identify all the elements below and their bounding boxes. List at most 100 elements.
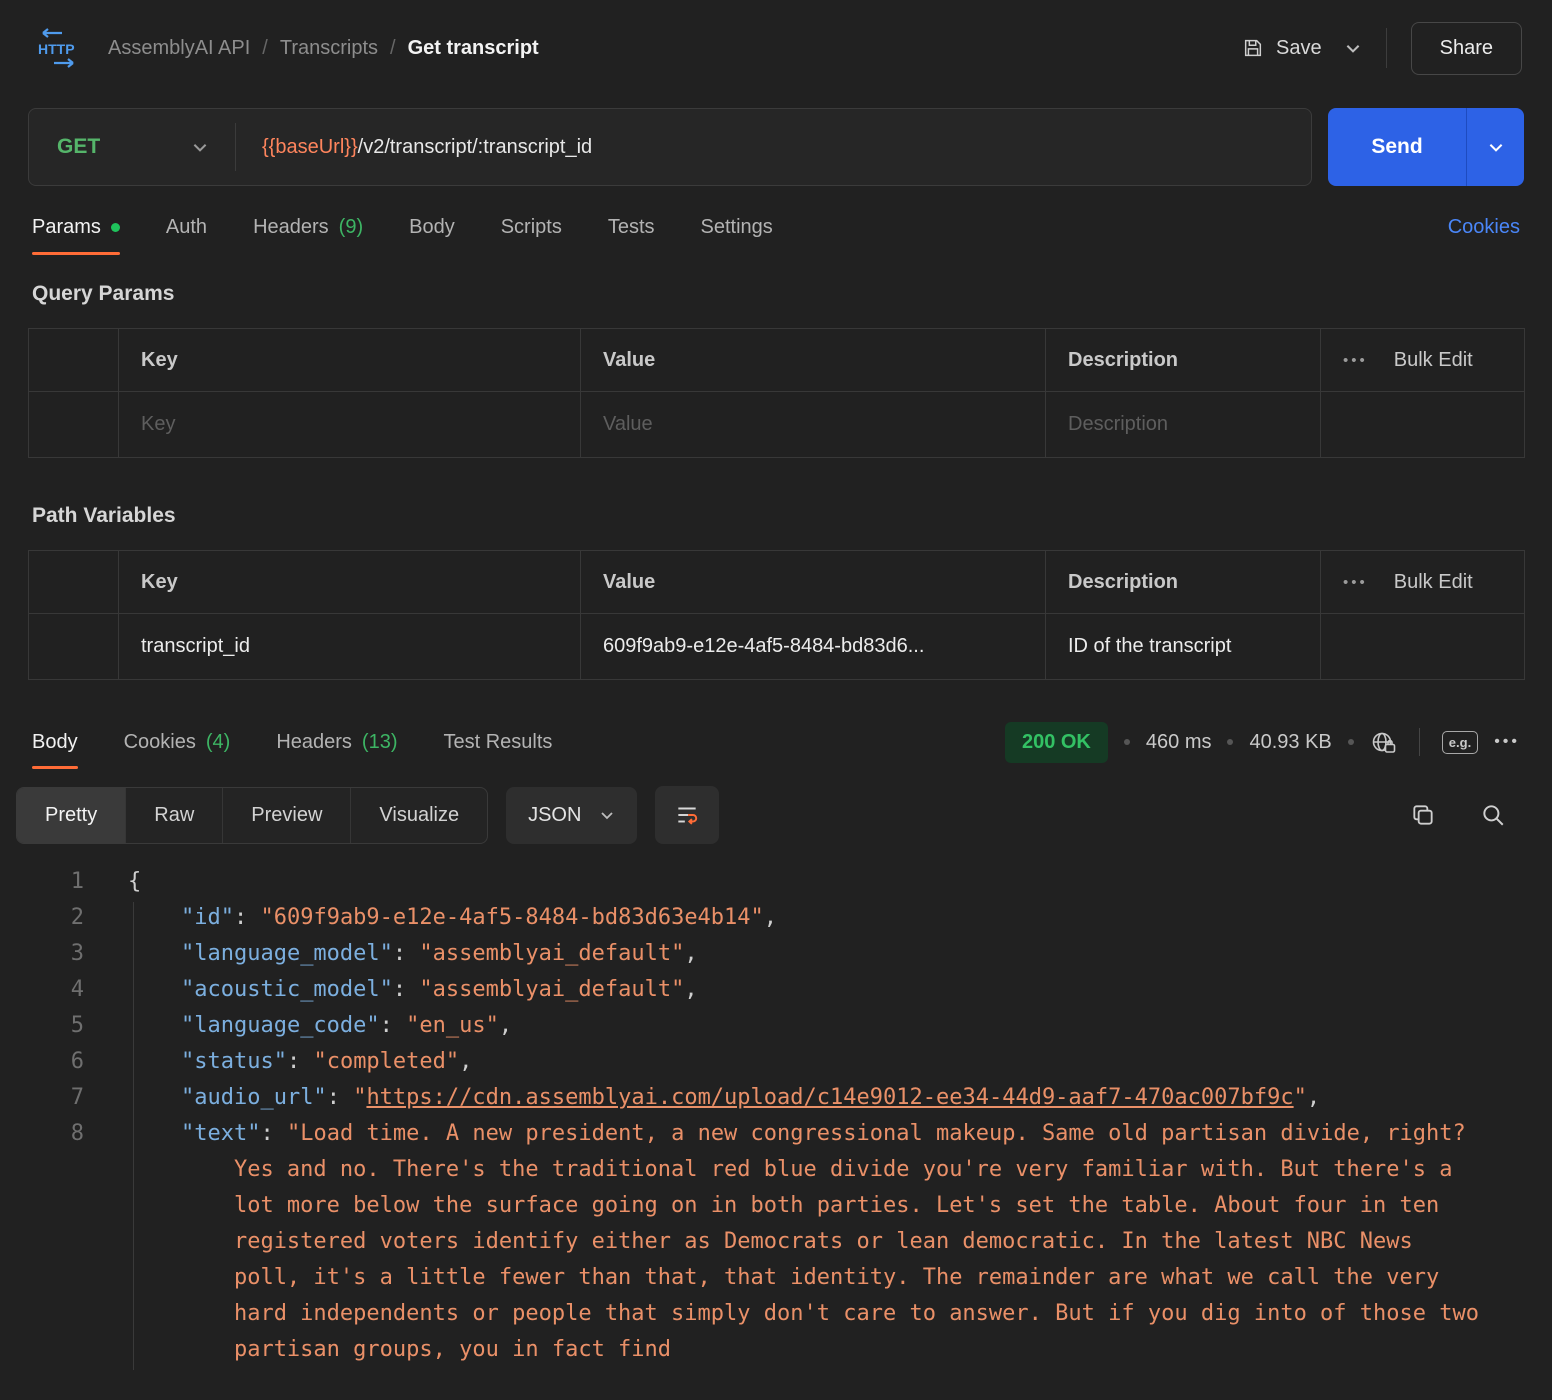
path-col-value: Value	[581, 551, 1046, 614]
code-token: "assemblyai_default"	[419, 977, 684, 1002]
path-variables-table: Key Value Description ••• Bulk Edit tran…	[28, 550, 1525, 680]
code-token	[128, 1085, 181, 1110]
view-visualize-button[interactable]: Visualize	[351, 788, 487, 843]
breadcrumb-separator: /	[262, 37, 268, 60]
code-token: :	[380, 1013, 407, 1038]
tab-params[interactable]: Params	[32, 186, 120, 268]
code-line-content: "audio_url": "https://cdn.assemblyai.com…	[84, 1080, 1552, 1116]
search-response-button[interactable]	[1480, 802, 1506, 828]
code-token: "acoustic_model"	[181, 977, 393, 1002]
row-handle-header	[29, 329, 119, 392]
view-mode-switch: Pretty Raw Preview Visualize	[16, 787, 488, 844]
response-time: 460 ms	[1146, 731, 1212, 754]
query-params-table: Key Value Description ••• Bulk Edit Key …	[28, 328, 1525, 458]
network-ssl-icon[interactable]	[1370, 729, 1397, 756]
send-button[interactable]: Send	[1328, 108, 1466, 186]
code-line-content: "acoustic_model": "assemblyai_default",	[84, 972, 1552, 1008]
breadcrumb-collection[interactable]: AssemblyAI API	[108, 37, 250, 60]
view-pretty-button[interactable]: Pretty	[17, 788, 126, 843]
response-tab-test-results[interactable]: Test Results	[444, 702, 553, 782]
share-button[interactable]: Share	[1411, 22, 1522, 75]
path-variables-title: Path Variables	[32, 504, 1520, 528]
url-input[interactable]: {{baseUrl}}/v2/transcript/:transcript_id	[236, 136, 1311, 159]
path-variables-header-row: Key Value Description ••• Bulk Edit	[29, 551, 1525, 614]
response-toolbar: Pretty Raw Preview Visualize JSON	[16, 786, 1536, 844]
response-body-editor[interactable]: 1 {2 "id": "609f9ab9-e12e-4af5-8484-bd83d…	[0, 858, 1552, 1370]
code-token: "completed"	[313, 1049, 459, 1074]
save-button[interactable]: Save	[1242, 37, 1322, 60]
code-token	[128, 977, 181, 1002]
view-preview-button[interactable]: Preview	[223, 788, 351, 843]
path-key-input[interactable]: transcript_id	[119, 614, 581, 680]
send-button-group: Send	[1328, 108, 1524, 186]
tab-auth[interactable]: Auth	[166, 186, 207, 268]
query-col-value: Value	[581, 329, 1046, 392]
save-label: Save	[1276, 37, 1322, 60]
response-tab-headers[interactable]: Headers (13)	[276, 702, 397, 782]
request-bar: GET {{baseUrl}}/v2/transcript/:transcrip…	[28, 108, 1524, 186]
path-value-input[interactable]: 609f9ab9-e12e-4af5-8484-bd83d6...	[581, 614, 1046, 680]
search-icon	[1480, 802, 1506, 828]
copy-response-button[interactable]	[1410, 802, 1436, 828]
bulk-edit-button[interactable]: Bulk Edit	[1394, 571, 1473, 594]
code-token: ,	[684, 941, 697, 966]
code-line: 6 "status": "completed",	[0, 1044, 1552, 1080]
url-variable: {{baseUrl}}	[262, 136, 358, 158]
format-dropdown[interactable]: JSON	[506, 787, 637, 844]
code-line: 2 "id": "609f9ab9-e12e-4af5-8484-bd83d63…	[0, 900, 1552, 936]
response-more-options-icon[interactable]: •••	[1494, 733, 1520, 751]
code-token	[128, 1013, 181, 1038]
tab-body[interactable]: Body	[409, 186, 455, 268]
code-line-content: "language_code": "en_us",	[84, 1008, 1552, 1044]
tab-settings-label: Settings	[701, 216, 773, 239]
tab-headers[interactable]: Headers (9)	[253, 186, 363, 268]
meta-separator-dot	[1124, 739, 1130, 745]
indent-guide	[133, 902, 134, 1370]
code-link[interactable]: https://cdn.assemblyai.com/upload/c14e90…	[366, 1085, 1293, 1110]
code-token: {	[128, 869, 141, 894]
code-token: "Load time. A new president, a new congr…	[234, 1121, 1492, 1362]
tab-tests[interactable]: Tests	[608, 186, 655, 268]
tab-scripts-label: Scripts	[501, 216, 562, 239]
path-description-input[interactable]: ID of the transcript	[1046, 614, 1321, 680]
response-tab-body[interactable]: Body	[32, 702, 78, 782]
chevron-down-icon	[599, 807, 615, 823]
line-number: 1	[0, 864, 84, 900]
path-col-description: Description	[1046, 551, 1321, 614]
code-token: ,	[1307, 1085, 1320, 1110]
bulk-edit-button[interactable]: Bulk Edit	[1394, 349, 1473, 372]
wrap-lines-button[interactable]	[655, 786, 719, 844]
code-token: "id"	[181, 905, 234, 930]
save-options-button[interactable]	[1344, 39, 1362, 57]
code-token: "language_model"	[181, 941, 393, 966]
url-box: GET {{baseUrl}}/v2/transcript/:transcrip…	[28, 108, 1312, 186]
code-lines: 1 {2 "id": "609f9ab9-e12e-4af5-8484-bd83d…	[0, 864, 1552, 1368]
format-label: JSON	[528, 804, 581, 827]
code-token: :	[327, 1085, 354, 1110]
cookies-link[interactable]: Cookies	[1448, 216, 1520, 239]
code-line: 8 "text": "Load time. A new president, a…	[0, 1116, 1552, 1368]
response-tools-right	[1410, 802, 1536, 828]
code-token	[128, 941, 181, 966]
response-tab-cookies[interactable]: Cookies (4)	[124, 702, 231, 782]
query-params-header-row: Key Value Description ••• Bulk Edit	[29, 329, 1525, 392]
query-value-input[interactable]: Value	[581, 392, 1046, 458]
query-key-input[interactable]: Key	[119, 392, 581, 458]
example-badge[interactable]: e.g.	[1442, 731, 1478, 754]
path-table-actions: ••• Bulk Edit	[1321, 551, 1525, 614]
view-raw-button[interactable]: Raw	[126, 788, 223, 843]
send-options-button[interactable]	[1466, 108, 1524, 186]
code-token: :	[393, 941, 420, 966]
tab-settings[interactable]: Settings	[701, 186, 773, 268]
path-row-actions	[1321, 614, 1525, 680]
method-selector[interactable]: GET	[29, 109, 235, 185]
tab-scripts[interactable]: Scripts	[501, 186, 562, 268]
breadcrumb-folder[interactable]: Transcripts	[280, 37, 378, 60]
copy-icon	[1410, 802, 1436, 828]
line-number: 6	[0, 1044, 84, 1080]
query-description-input[interactable]: Description	[1046, 392, 1321, 458]
more-options-icon[interactable]: •••	[1343, 352, 1368, 369]
more-options-icon[interactable]: •••	[1343, 574, 1368, 591]
tab-body-label: Body	[409, 216, 455, 239]
code-token: "en_us"	[406, 1013, 499, 1038]
